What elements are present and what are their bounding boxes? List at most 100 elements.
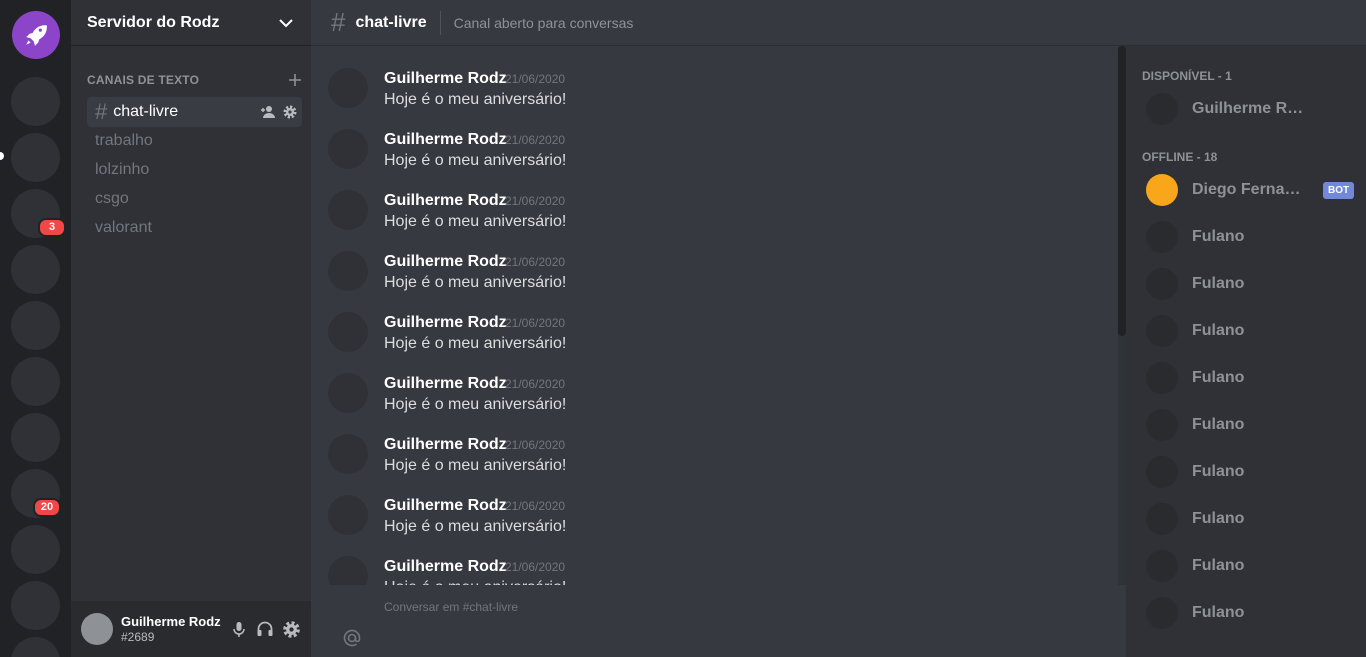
message-timestamp: 21/06/2020 xyxy=(505,316,566,330)
avatar[interactable] xyxy=(328,190,368,230)
member-name: Fulano xyxy=(1192,416,1245,433)
channel-name: chat-livre xyxy=(113,103,179,120)
message-author[interactable]: Guilherme Rodz xyxy=(384,497,507,515)
channel-topic: Canal aberto para conversas xyxy=(453,14,634,31)
avatar[interactable] xyxy=(328,129,368,169)
channel-name: trabalho xyxy=(95,132,153,149)
message-item[interactable]: Guilherme Rodz21/06/2020Hoje é o meu ani… xyxy=(328,46,1108,108)
avatar[interactable] xyxy=(328,312,368,352)
server-icon[interactable] xyxy=(11,525,60,574)
message-timestamp: 21/06/2020 xyxy=(505,499,566,513)
message-author[interactable]: Guilherme Rodz xyxy=(384,253,507,271)
avatar[interactable] xyxy=(328,251,368,291)
channel-actions xyxy=(260,104,298,120)
server-icon[interactable] xyxy=(11,357,60,406)
channel-name: lolzinho xyxy=(95,161,150,178)
channel-item-trabalho[interactable]: trabalho xyxy=(87,126,302,156)
server-icon[interactable] xyxy=(11,413,60,462)
message-item[interactable]: Guilherme Rodz21/06/2020Hoje é o meu ani… xyxy=(328,473,1108,535)
message-author[interactable]: Guilherme Rodz xyxy=(384,558,507,576)
server-icon[interactable] xyxy=(11,581,60,630)
member-name: Fulano xyxy=(1192,322,1245,339)
member-item[interactable]: Diego Fernandes BOT xyxy=(1146,173,1356,207)
avatar xyxy=(1146,409,1178,441)
avatar[interactable] xyxy=(81,613,113,645)
member-group-header-offline: OFFLINE - 18 xyxy=(1142,150,1218,164)
message-timestamp: 21/06/2020 xyxy=(505,377,566,391)
member-item[interactable]: Guilherme Rodz xyxy=(1146,92,1356,126)
composer-placeholder[interactable]: Conversar em #chat-livre xyxy=(384,600,518,614)
message-item[interactable]: Guilherme Rodz21/06/2020Hoje é o meu ani… xyxy=(328,412,1108,474)
avatar[interactable] xyxy=(328,495,368,535)
member-item[interactable]: Fulano xyxy=(1146,314,1356,348)
message-content: Hoje é o meu aniversário! xyxy=(384,579,566,585)
message-item[interactable]: Guilherme Rodz21/06/2020Hoje é o meu ani… xyxy=(328,168,1108,230)
message-author[interactable]: Guilherme Rodz xyxy=(384,436,507,454)
member-item[interactable]: Fulano xyxy=(1146,502,1356,536)
message-item[interactable]: Guilherme Rodz21/06/2020Hoje é o meu ani… xyxy=(328,534,1108,585)
add-member-icon[interactable] xyxy=(260,104,276,120)
mention-badge: 20 xyxy=(33,498,61,517)
message-author[interactable]: Guilherme Rodz xyxy=(384,375,507,393)
plus-icon[interactable] xyxy=(287,72,303,88)
member-name: Fulano xyxy=(1192,369,1245,386)
server-icon[interactable] xyxy=(11,77,60,126)
microphone-icon[interactable] xyxy=(230,620,248,638)
server-icon[interactable] xyxy=(11,245,60,294)
home-server-button[interactable] xyxy=(12,11,60,59)
gear-icon[interactable] xyxy=(282,104,298,120)
message-timestamp: 21/06/2020 xyxy=(505,438,566,452)
avatar[interactable] xyxy=(328,68,368,108)
user-info: Guilherme Rodz #2689 xyxy=(121,614,230,644)
hash-icon: # xyxy=(331,7,346,37)
header-divider xyxy=(439,10,441,35)
rocket-icon xyxy=(26,25,47,46)
gear-icon[interactable] xyxy=(282,620,301,639)
member-item[interactable]: Fulano xyxy=(1146,549,1356,583)
message-item[interactable]: Guilherme Rodz21/06/2020Hoje é o meu ani… xyxy=(328,290,1108,352)
avatar xyxy=(1146,268,1178,300)
server-icon[interactable] xyxy=(11,133,60,182)
channel-item-lolzinho[interactable]: lolzinho xyxy=(87,155,302,185)
member-item[interactable]: Fulano xyxy=(1146,596,1356,630)
member-item[interactable]: Fulano xyxy=(1146,267,1356,301)
avatar[interactable] xyxy=(328,556,368,585)
member-group-header-online: DISPONÍVEL - 1 xyxy=(1142,69,1232,83)
chevron-down-icon[interactable] xyxy=(277,14,295,32)
member-item[interactable]: Fulano xyxy=(1146,408,1356,442)
server-icon[interactable] xyxy=(11,637,60,657)
member-name: Fulano xyxy=(1192,228,1245,245)
message-item[interactable]: Guilherme Rodz21/06/2020Hoje é o meu ani… xyxy=(328,351,1108,413)
message-author[interactable]: Guilherme Rodz xyxy=(384,314,507,332)
chat-header: # chat-livre Canal aberto para conversas xyxy=(311,0,1366,46)
member-name: Fulano xyxy=(1192,604,1245,621)
bot-badge: BOT xyxy=(1323,181,1355,199)
channel-item-chat-livre[interactable]: # chat-livre xyxy=(87,97,302,127)
at-icon[interactable] xyxy=(342,628,362,648)
channel-item-valorant[interactable]: valorant xyxy=(87,213,302,243)
category-label: CANAIS DE TEXTO xyxy=(87,73,200,87)
member-item[interactable]: Fulano xyxy=(1146,220,1356,254)
headphones-icon[interactable] xyxy=(256,620,274,638)
message-item[interactable]: Guilherme Rodz21/06/2020Hoje é o meu ani… xyxy=(328,229,1108,291)
message-author[interactable]: Guilherme Rodz xyxy=(384,131,507,149)
scrollbar-thumb[interactable] xyxy=(1118,46,1126,336)
message-list[interactable]: Guilherme Rodz 21/06/2020 Hoje é o meu ani… xyxy=(311,46,1126,585)
avatar xyxy=(1146,362,1178,394)
member-item[interactable]: Fulano xyxy=(1146,455,1356,489)
server-icon[interactable] xyxy=(11,301,60,350)
member-name: Diego Fernandes xyxy=(1192,181,1310,198)
avatar[interactable] xyxy=(328,373,368,413)
category-text-channels[interactable]: CANAIS DE TEXTO xyxy=(87,72,303,88)
user-controls xyxy=(230,620,301,639)
user-name: Guilherme Rodz xyxy=(121,614,221,629)
member-item[interactable]: Fulano xyxy=(1146,361,1356,395)
member-list: DISPONÍVEL - 1 OFFLINE - 18 Guilherme Ro… xyxy=(1126,46,1366,657)
message-timestamp: 21/06/2020 xyxy=(505,194,566,208)
message-item[interactable]: Guilherme Rodz21/06/2020Hoje é o meu ani… xyxy=(328,107,1108,169)
guild-header[interactable]: Servidor do Rodz xyxy=(71,0,311,46)
message-author[interactable]: Guilherme Rodz xyxy=(384,70,507,88)
message-author[interactable]: Guilherme Rodz xyxy=(384,192,507,210)
channel-item-csgo[interactable]: csgo xyxy=(87,184,302,214)
avatar[interactable] xyxy=(328,434,368,474)
